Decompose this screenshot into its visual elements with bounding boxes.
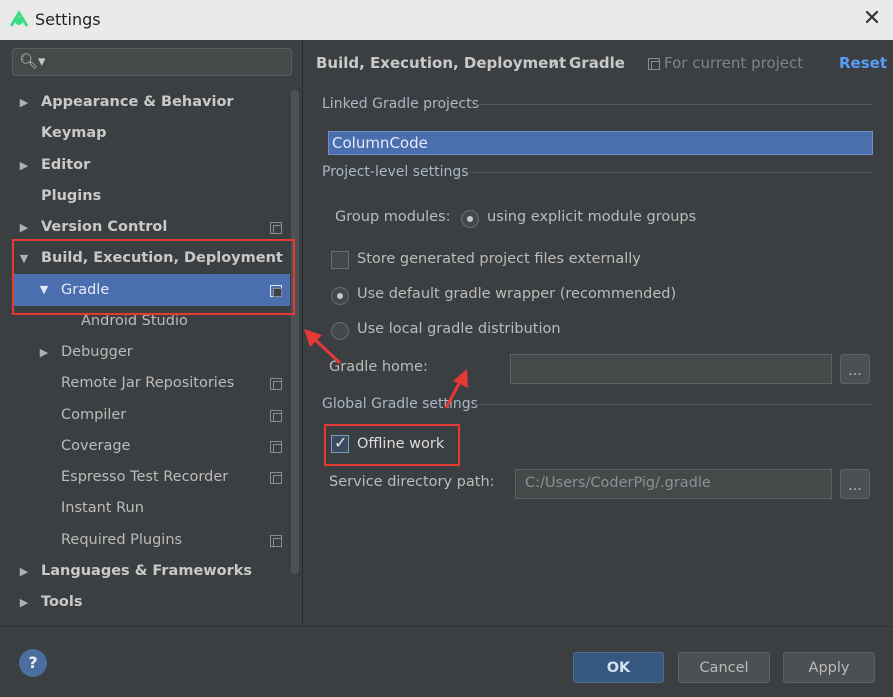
project-scope-icon xyxy=(270,410,282,422)
project-scope-icon xyxy=(270,472,282,484)
expand-arrow-icon[interactable]: ▶ xyxy=(18,96,30,109)
scope-label: For current project xyxy=(664,54,804,72)
sidebar-item-keymap[interactable]: Keymap xyxy=(41,120,107,146)
sidebar-item-tools[interactable]: Tools xyxy=(41,589,83,615)
sidebar-item-instant-run[interactable]: Instant Run xyxy=(61,495,144,521)
expand-arrow-icon[interactable]: ▶ xyxy=(18,159,30,172)
sidebar-item-languages-frameworks[interactable]: Languages & Frameworks xyxy=(41,558,252,584)
annotation-arrow-icon xyxy=(444,369,468,409)
group-modules-radio[interactable] xyxy=(461,210,479,228)
project-scope-icon xyxy=(270,441,282,453)
gradle-home-browse-button[interactable]: ... xyxy=(840,354,870,384)
service-dir-browse-button[interactable]: ... xyxy=(840,469,870,499)
annotation-arrow-icon xyxy=(304,329,342,365)
default-wrapper-radio[interactable] xyxy=(331,287,349,305)
sidebar-item-required-plugins[interactable]: Required Plugins xyxy=(61,527,182,553)
service-dir-value: C:/Users/CoderPig/.gradle xyxy=(525,475,711,491)
help-icon[interactable]: ? xyxy=(19,649,47,677)
annotation-highlight-box xyxy=(12,239,295,315)
group-modules-value[interactable]: using explicit module groups xyxy=(487,209,696,225)
android-studio-icon xyxy=(9,10,29,27)
section-project-level-settings: Project-level settings xyxy=(322,164,469,180)
sidebar-item-editor[interactable]: Editor xyxy=(41,152,90,178)
breadcrumb-parent[interactable]: Build, Execution, Deployment xyxy=(316,54,566,72)
local-distribution-label[interactable]: Use local gradle distribution xyxy=(357,321,561,337)
project-scope-icon xyxy=(270,222,282,234)
expand-arrow-icon[interactable]: ▶ xyxy=(18,596,30,609)
project-scope-icon xyxy=(270,378,282,390)
breadcrumb-separator: › xyxy=(551,54,557,72)
gradle-home-field[interactable] xyxy=(510,354,832,384)
project-scope-icon xyxy=(648,58,660,70)
sidebar-item-espresso-test-recorder[interactable]: Espresso Test Recorder xyxy=(61,464,228,490)
search-input[interactable]: 🔍︎▾ xyxy=(12,48,292,76)
section-linked-gradle-projects: Linked Gradle projects xyxy=(322,96,480,112)
sidebar-item-compiler[interactable]: Compiler xyxy=(61,402,126,428)
search-icon: 🔍︎▾ xyxy=(19,52,46,70)
sidebar-item-appearance[interactable]: Appearance & Behavior xyxy=(41,89,234,115)
default-wrapper-label[interactable]: Use default gradle wrapper (recommended) xyxy=(357,286,676,302)
group-modules-label: Group modules: xyxy=(335,209,451,225)
expand-arrow-icon[interactable]: ▶ xyxy=(18,221,30,234)
service-dir-field[interactable]: C:/Users/CoderPig/.gradle xyxy=(515,469,832,499)
section-divider xyxy=(474,404,872,405)
expand-arrow-icon[interactable]: ▶ xyxy=(18,565,30,578)
cancel-button[interactable]: Cancel xyxy=(678,652,770,683)
store-external-checkbox[interactable] xyxy=(331,251,349,269)
sidebar-item-coverage[interactable]: Coverage xyxy=(61,433,130,459)
sidebar-item-debugger[interactable]: Debugger xyxy=(61,339,133,365)
close-icon[interactable]: ✕ xyxy=(860,7,884,31)
sidebar-item-plugins[interactable]: Plugins xyxy=(41,183,101,209)
linked-project-row[interactable]: ColumnCode xyxy=(328,131,873,155)
breadcrumb-current: Gradle xyxy=(569,54,625,72)
linked-project-name: ColumnCode xyxy=(332,134,428,152)
section-divider xyxy=(467,172,872,173)
apply-button[interactable]: Apply xyxy=(783,652,875,683)
expand-arrow-icon[interactable]: ▶ xyxy=(38,346,50,359)
sidebar-item-remote-jar-repositories[interactable]: Remote Jar Repositories xyxy=(61,370,234,396)
store-external-label[interactable]: Store generated project files externally xyxy=(357,251,641,267)
section-divider xyxy=(476,104,872,105)
annotation-highlight-box xyxy=(324,424,460,466)
window-title: Settings xyxy=(35,10,101,29)
project-scope-icon xyxy=(270,535,282,547)
ok-button[interactable]: OK xyxy=(573,652,664,683)
service-dir-label: Service directory path: xyxy=(329,474,495,490)
title-bar: Settings ✕ xyxy=(0,0,893,41)
reset-link[interactable]: Reset xyxy=(839,54,887,72)
sidebar-scrollbar[interactable] xyxy=(291,90,299,574)
sidebar-item-version-control[interactable]: Version Control xyxy=(41,214,167,240)
